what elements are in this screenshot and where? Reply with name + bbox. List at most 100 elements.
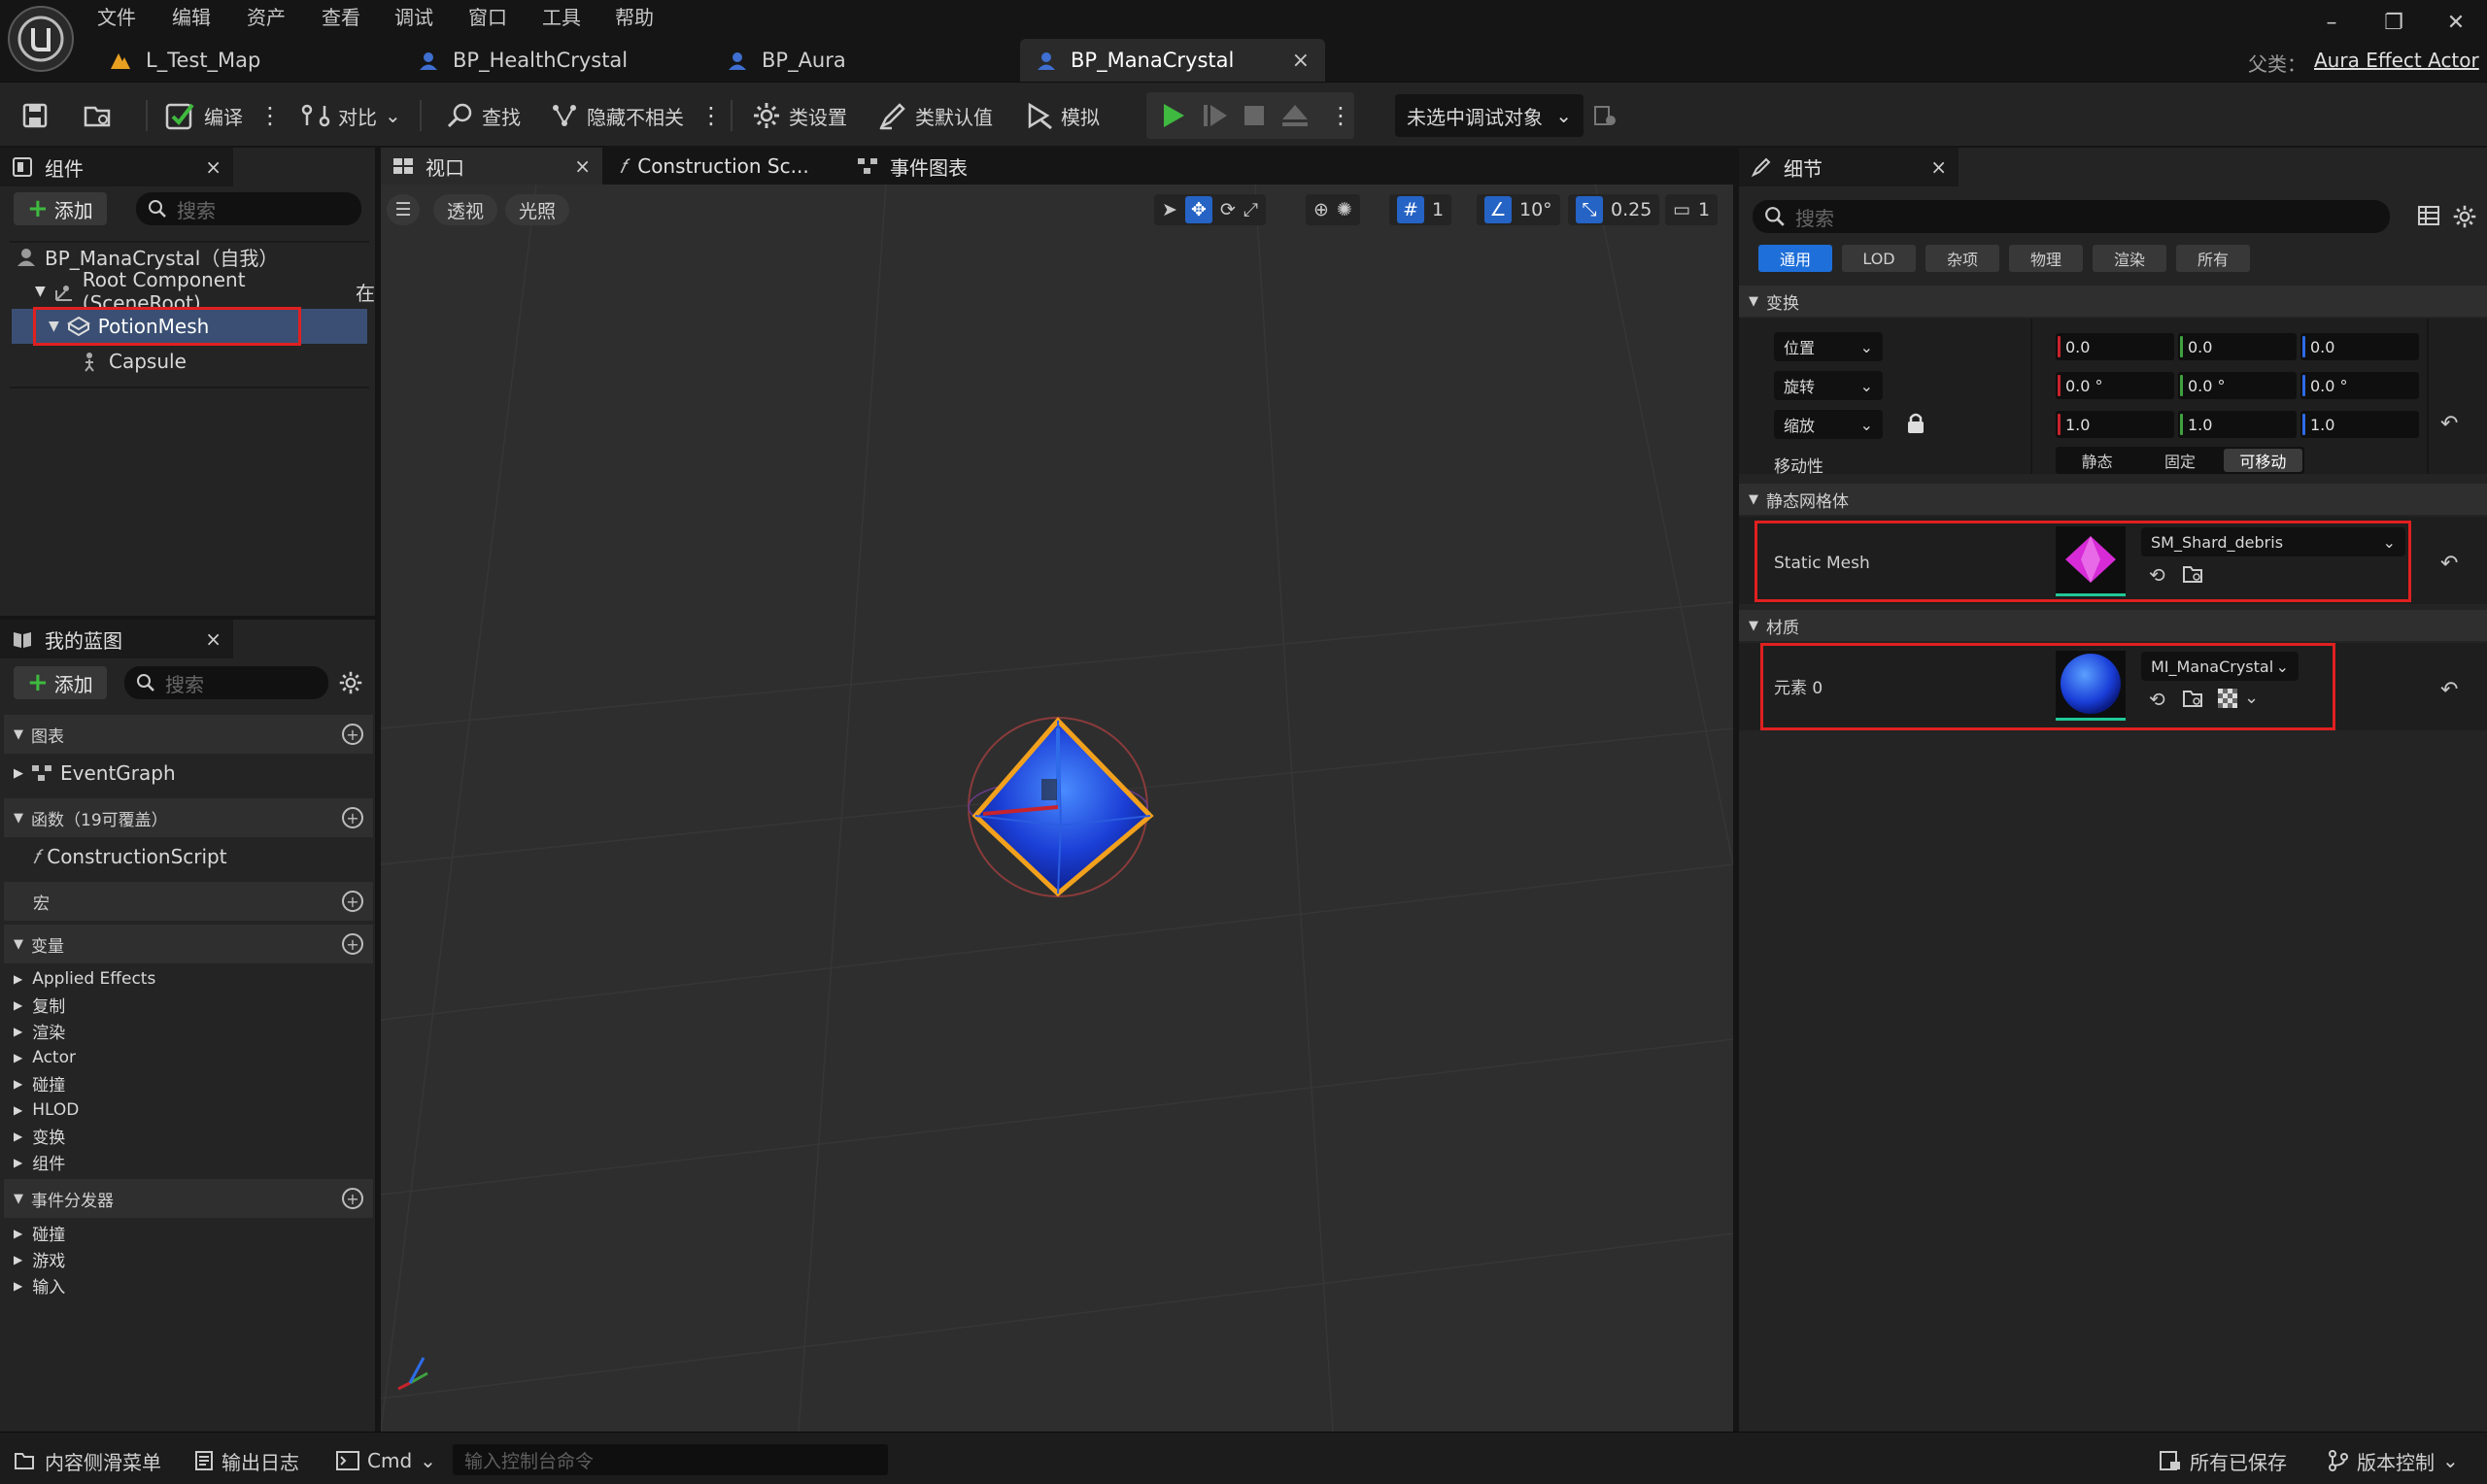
cmd-dropdown[interactable]: Cmd ⌄ xyxy=(336,1446,436,1475)
menu-window[interactable]: 窗口 xyxy=(468,2,507,31)
section-static-mesh[interactable]: ▼ 静态网格体 xyxy=(1739,484,2487,515)
class-settings-button[interactable]: 类设置 xyxy=(752,98,847,133)
dispatcher-category[interactable]: ▶ 碰撞 xyxy=(2,1220,371,1246)
move-icon[interactable]: ✥ xyxy=(1184,196,1212,223)
browse-button[interactable] xyxy=(84,98,115,133)
gear-icon[interactable] xyxy=(2452,204,2477,229)
close-tab-icon[interactable]: × xyxy=(1292,49,1310,73)
close-window-icon[interactable]: ✕ xyxy=(2436,8,2475,37)
scale-z-input[interactable]: 1.0 xyxy=(2300,411,2419,438)
section-variables[interactable]: ▼ 变量 + xyxy=(4,925,373,963)
components-tab[interactable]: 组件 × xyxy=(0,148,233,186)
scale-icon[interactable]: ⤢ xyxy=(1244,199,1258,220)
section-transform[interactable]: ▼ 变换 xyxy=(1739,286,2487,317)
unreal-logo-icon[interactable] xyxy=(8,6,74,72)
components-search-input[interactable]: 搜索 xyxy=(136,192,361,225)
compile-options-icon[interactable]: ⋮ xyxy=(258,98,282,133)
minimize-icon[interactable]: – xyxy=(2312,8,2351,37)
reset-to-default-icon[interactable]: ↶ xyxy=(2440,412,2458,436)
add-member-button[interactable]: + 添加 xyxy=(14,666,107,699)
close-icon[interactable]: × xyxy=(574,154,591,178)
hide-unrelated-button[interactable]: 隐藏不相关 xyxy=(550,98,684,133)
variable-category[interactable]: ▶ HLOD xyxy=(2,1096,371,1123)
doc-tab-bp-healthcrystal[interactable]: BP_HealthCrystal xyxy=(402,39,703,82)
debug-target-dropdown[interactable]: 未选中调试对象 ⌄ xyxy=(1395,94,1584,137)
close-icon[interactable]: × xyxy=(205,155,221,179)
section-macros[interactable]: 宏 + xyxy=(4,882,373,921)
restore-icon[interactable]: ❐ xyxy=(2374,8,2413,37)
add-macro-icon[interactable]: + xyxy=(342,891,363,912)
list-item-constructionscript[interactable]: 𝑓 ConstructionScript xyxy=(33,839,227,874)
reset-to-default-icon[interactable]: ↶ xyxy=(2440,678,2458,702)
doc-tab-bp-manacrystal[interactable]: BP_ManaCrystal × xyxy=(1020,39,1325,82)
add-variable-icon[interactable]: + xyxy=(342,933,363,955)
version-control-button[interactable]: 版本控制 ⌄ xyxy=(2328,1446,2459,1475)
variable-category[interactable]: ▶ 组件 xyxy=(2,1149,371,1175)
rotation-x-input[interactable]: 0.0 ° xyxy=(2056,372,2174,399)
grid-snap-control[interactable]: # 1 xyxy=(1389,194,1452,225)
play-button[interactable] xyxy=(1158,98,1187,133)
mobility-static-option[interactable]: 静态 xyxy=(2058,449,2136,472)
camera-speed-control[interactable]: ▭ 1 xyxy=(1665,194,1719,225)
tab-viewport[interactable]: 视口 × xyxy=(381,148,602,185)
close-icon[interactable]: × xyxy=(205,627,221,651)
gear-icon[interactable] xyxy=(338,670,363,695)
dispatcher-category[interactable]: ▶ 输入 xyxy=(2,1272,371,1298)
variable-category[interactable]: ▶ Actor xyxy=(2,1044,371,1070)
lock-icon[interactable] xyxy=(1906,412,1925,435)
location-z-input[interactable]: 0.0 xyxy=(2300,333,2419,360)
console-command-input[interactable]: 输入控制台命令 xyxy=(453,1444,888,1475)
rotation-z-input[interactable]: 0.0 ° xyxy=(2300,372,2419,399)
close-icon[interactable]: × xyxy=(1930,155,1947,179)
variable-category[interactable]: ▶ 复制 xyxy=(2,992,371,1018)
details-tab[interactable]: 细节 × xyxy=(1739,148,1959,186)
rotation-snap-icon[interactable]: ∠ xyxy=(1484,196,1512,223)
parent-class-link[interactable]: Aura Effect Actor xyxy=(2314,49,2479,72)
add-function-icon[interactable]: + xyxy=(342,807,363,828)
section-graphs[interactable]: ▼ 图表 + xyxy=(4,715,373,754)
my-blueprint-tab[interactable]: 我的蓝图 × xyxy=(0,620,233,658)
perspective-button[interactable]: 透视 xyxy=(433,194,497,225)
dispatcher-category[interactable]: ▶ 游戏 xyxy=(2,1246,371,1272)
filter-tab-general[interactable]: 通用 xyxy=(1758,245,1832,272)
filter-tab-lod[interactable]: LOD xyxy=(1842,245,1916,272)
rotate-icon[interactable]: ⟳ xyxy=(1220,199,1236,220)
compile-button[interactable]: 编译 xyxy=(165,98,243,133)
location-mode-dropdown[interactable]: 位置 ⌄ xyxy=(1774,332,1883,361)
stop-button[interactable] xyxy=(1242,98,1267,133)
mobility-movable-option[interactable]: 可移动 xyxy=(2223,449,2302,472)
menu-view[interactable]: 查看 xyxy=(322,2,360,31)
hide-unrelated-options-icon[interactable]: ⋮ xyxy=(699,98,723,133)
output-log-button[interactable]: 输出日志 xyxy=(194,1446,299,1475)
location-y-input[interactable]: 0.0 xyxy=(2178,333,2297,360)
filter-tab-all[interactable]: 所有 xyxy=(2176,245,2250,272)
simulate-button[interactable]: 模拟 xyxy=(1024,98,1100,133)
rotation-y-input[interactable]: 0.0 ° xyxy=(2178,372,2297,399)
content-drawer-button[interactable]: 内容侧滑菜单 xyxy=(14,1446,161,1475)
save-button[interactable] xyxy=(21,98,49,133)
class-defaults-button[interactable]: 类默认值 xyxy=(878,98,993,133)
filter-tab-physics[interactable]: 物理 xyxy=(2009,245,2083,272)
menu-help[interactable]: 帮助 xyxy=(615,2,654,31)
location-x-input[interactable]: 0.0 xyxy=(2056,333,2174,360)
section-materials[interactable]: ▼ 材质 xyxy=(1739,610,2487,641)
my-blueprint-search-input[interactable]: 搜索 xyxy=(124,666,328,699)
scale-snap-icon[interactable]: ⤡ xyxy=(1576,196,1603,223)
camera-speed-value[interactable]: 1 xyxy=(1698,199,1710,220)
grid-snap-value[interactable]: 1 xyxy=(1432,199,1444,220)
diff-button[interactable]: 对比 ⌄ xyxy=(301,98,401,133)
rotation-mode-dropdown[interactable]: 旋转 ⌄ xyxy=(1774,371,1883,400)
section-functions[interactable]: ▼ 函数（19可覆盖） + xyxy=(4,798,373,837)
doc-tab-bp-aura[interactable]: BP_Aura xyxy=(711,39,1012,82)
variable-category[interactable]: ▶ 渲染 xyxy=(2,1018,371,1044)
world-space-icon[interactable]: ⊕ xyxy=(1313,199,1329,220)
menu-edit[interactable]: 编辑 xyxy=(172,2,211,31)
tree-item-capsule[interactable]: Capsule xyxy=(82,344,363,379)
menu-file[interactable]: 文件 xyxy=(97,2,136,31)
find-button[interactable]: 查找 xyxy=(447,98,521,133)
add-dispatcher-icon[interactable]: + xyxy=(342,1188,363,1209)
scale-snap-value[interactable]: 0.25 xyxy=(1611,199,1652,220)
doc-tab-l-test-map[interactable]: L_Test_Map xyxy=(93,39,394,82)
tab-event-graph[interactable]: 事件图表 xyxy=(845,148,1039,185)
level-viewport[interactable]: ☰ 透视 光照 ➤ ✥ ⟳ ⤢ ⊕ ✺ # 1 ∠ 10° ⤡ 0.25 ▭ 1 xyxy=(381,185,1733,1432)
